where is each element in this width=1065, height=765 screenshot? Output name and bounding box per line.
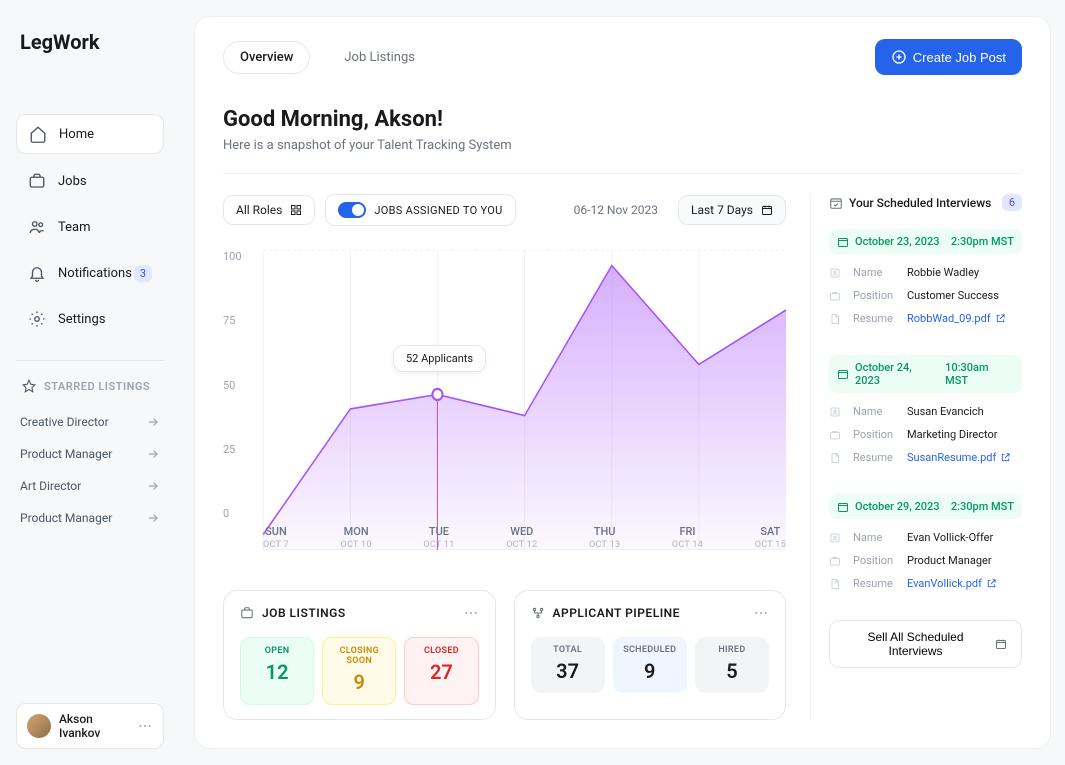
starred-creative-director[interactable]: Creative Director — [16, 409, 164, 435]
starred-art-director[interactable]: Art Director — [16, 473, 164, 499]
x-axis: SUNOCT 7 MONOCT 10 TUEOCT 11 WEDOCT 12 T… — [263, 525, 786, 550]
chart-tooltip: 52 Applicants — [393, 345, 486, 372]
external-link-icon — [986, 578, 997, 589]
panel: Overview Job Listings Create Job Post Go… — [194, 16, 1051, 749]
stat-closed[interactable]: CLOSED 27 — [404, 637, 478, 705]
external-link-icon — [1000, 452, 1011, 463]
interviews-panel: Your Scheduled Interviews 6 October 23, … — [810, 194, 1022, 720]
nav-jobs[interactable]: Jobs — [16, 162, 164, 200]
calendar-icon — [761, 204, 773, 216]
jobs-assigned-toggle[interactable]: JOBS ASSIGNED TO YOU — [325, 194, 515, 226]
star-icon — [20, 377, 38, 395]
grid-icon — [290, 204, 302, 216]
resume-link[interactable]: RobbWad_09.pdf — [907, 312, 1006, 325]
starred-product-manager[interactable]: Product Manager — [16, 441, 164, 467]
stat-scheduled[interactable]: SCHEDULED 9 — [613, 637, 687, 693]
starred-header: STARRED LISTINGS — [16, 371, 164, 401]
user-name: Akson Ivankov — [59, 712, 137, 740]
user-icon — [829, 267, 843, 279]
sell-all-interviews-button[interactable]: Sell All Scheduled Interviews — [829, 620, 1022, 668]
nav-label: Jobs — [58, 174, 87, 189]
more-icon[interactable] — [463, 605, 479, 621]
chart-svg — [223, 250, 786, 550]
interview-date-row[interactable]: October 23, 2023 2:30pm MST — [829, 229, 1022, 254]
nav-label: Notifications — [58, 266, 132, 281]
main: Overview Job Listings Create Job Post Go… — [180, 0, 1065, 765]
stat-open[interactable]: OPEN 12 — [240, 637, 314, 705]
tabs: Overview Job Listings — [223, 41, 431, 74]
date-range-picker[interactable]: Last 7 Days — [678, 195, 786, 225]
y-axis: 100 75 50 25 0 — [223, 250, 242, 520]
nav-settings[interactable]: Settings — [16, 300, 164, 338]
pipeline-icon — [531, 606, 545, 620]
topbar: Overview Job Listings Create Job Post — [223, 39, 1022, 75]
greeting: Good Morning, Akson! — [223, 107, 1022, 132]
resume-link[interactable]: SusanResume.pdf — [907, 451, 1011, 464]
external-link-icon — [995, 313, 1006, 324]
date-range-text: 06-12 Nov 2023 — [574, 203, 658, 217]
divider — [223, 173, 1022, 174]
nav-label: Home — [59, 127, 94, 142]
applicant-pipeline-card: APPLICANT PIPELINE TOTAL 37 SCHEDULED — [514, 590, 787, 720]
resume-link[interactable]: EvanVollick.pdf — [907, 577, 997, 590]
calendar-icon — [837, 236, 849, 248]
tab-overview[interactable]: Overview — [223, 41, 310, 74]
calendar-icon — [837, 501, 849, 513]
avatar — [27, 714, 51, 738]
briefcase-icon — [240, 606, 254, 620]
stat-closing-soon[interactable]: CLOSING SOON 9 — [322, 637, 396, 705]
nav-label: Team — [58, 220, 91, 235]
nav-home[interactable]: Home — [16, 114, 164, 154]
arrow-right-icon — [146, 511, 160, 525]
chart-controls: All Roles JOBS ASSIGNED TO YOU 06-12 Nov… — [223, 194, 786, 226]
briefcase-icon — [28, 172, 46, 190]
plus-circle-icon — [891, 49, 907, 65]
job-listings-card: JOB LISTINGS OPEN 12 CLOSING SOON — [223, 590, 496, 720]
arrow-right-icon — [146, 415, 160, 429]
stat-total[interactable]: TOTAL 37 — [531, 637, 605, 693]
interview-item: October 23, 2023 2:30pm MST NameRobbie W… — [829, 229, 1022, 325]
notification-badge: 3 — [134, 265, 152, 282]
applicants-chart: 100 75 50 25 0 — [223, 250, 786, 550]
briefcase-icon — [829, 290, 843, 302]
interview-item: October 24, 2023 10:30am MST NameSusan E… — [829, 355, 1022, 464]
nav-team[interactable]: Team — [16, 208, 164, 246]
briefcase-icon — [829, 555, 843, 567]
calendar-icon — [995, 638, 1007, 650]
subtitle: Here is a snapshot of your Talent Tracki… — [223, 138, 1022, 153]
more-icon[interactable] — [753, 605, 769, 621]
interview-date-row[interactable]: October 24, 2023 10:30am MST — [829, 355, 1022, 393]
document-icon — [829, 452, 843, 464]
nav-notifications[interactable]: Notifications 3 — [16, 254, 164, 292]
logo: LegWork — [16, 30, 164, 54]
interview-date-row[interactable]: October 29, 2023 2:30pm MST — [829, 494, 1022, 519]
document-icon — [829, 578, 843, 590]
calendar-check-icon — [829, 196, 843, 210]
document-icon — [829, 313, 843, 325]
users-icon — [28, 218, 46, 236]
bell-icon — [28, 264, 46, 282]
tab-job-listings[interactable]: Job Listings — [328, 42, 431, 73]
gear-icon — [28, 310, 46, 328]
stat-hired[interactable]: HIRED 5 — [695, 637, 769, 693]
more-icon[interactable] — [137, 718, 153, 734]
briefcase-icon — [829, 429, 843, 441]
interview-item: October 29, 2023 2:30pm MST NameEvan Vol… — [829, 494, 1022, 590]
toggle-switch[interactable] — [338, 202, 366, 218]
user-icon — [829, 406, 843, 418]
create-job-post-button[interactable]: Create Job Post — [875, 39, 1022, 75]
divider — [16, 360, 164, 361]
user-card[interactable]: Akson Ivankov — [16, 703, 164, 749]
nav-label: Settings — [58, 312, 105, 327]
all-roles-filter[interactable]: All Roles — [223, 195, 315, 225]
home-icon — [29, 125, 47, 143]
arrow-right-icon — [146, 447, 160, 461]
user-icon — [829, 532, 843, 544]
starred-product-manager-2[interactable]: Product Manager — [16, 505, 164, 531]
arrow-right-icon — [146, 479, 160, 493]
sidebar: LegWork Home Jobs Team Notifications 3 — [0, 0, 180, 765]
interviews-count-badge: 6 — [1002, 194, 1022, 211]
calendar-icon — [837, 368, 849, 380]
